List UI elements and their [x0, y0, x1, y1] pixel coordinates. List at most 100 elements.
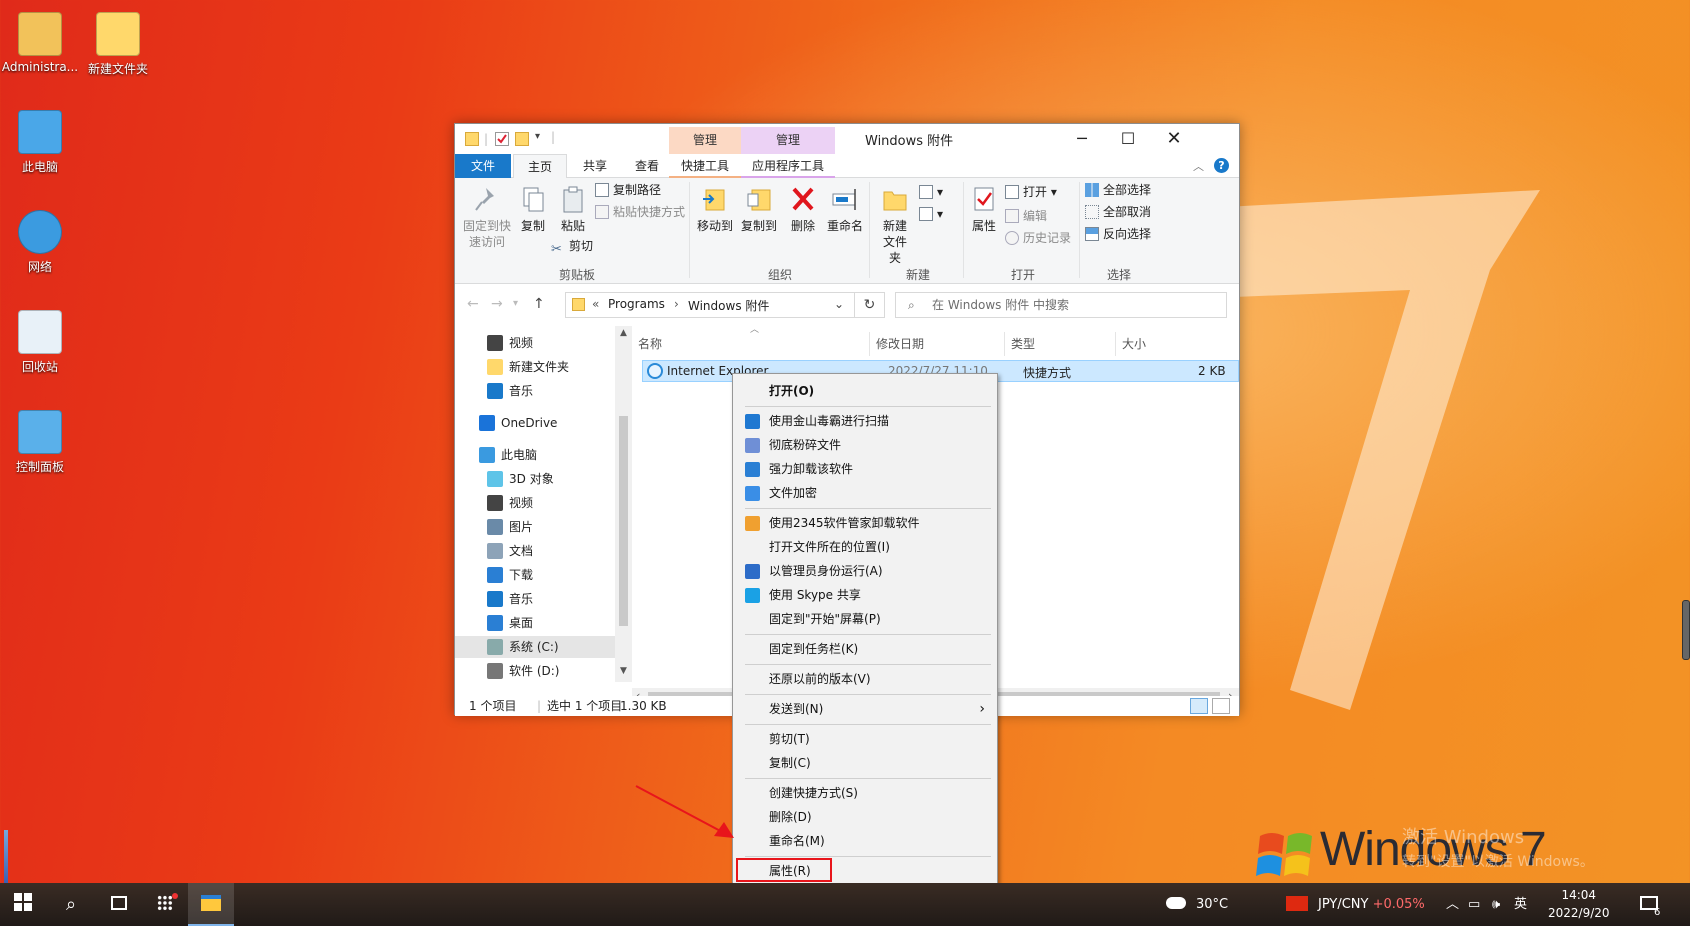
title-bar[interactable]: | ▾ | 管理 管理 Windows 附件 ─ ☐ ✕	[455, 124, 1239, 154]
address-dropdown-icon[interactable]: ⌄	[834, 297, 844, 311]
back-arrow-icon[interactable]: ←	[467, 296, 479, 312]
action-center-icon[interactable]: 6	[1640, 883, 1660, 926]
details-view-icon[interactable]	[1190, 698, 1208, 714]
properties-button[interactable]: 属性	[967, 184, 1001, 234]
move-to-button[interactable]: 移动到	[693, 184, 737, 234]
paste-button[interactable]: 粘贴	[553, 184, 593, 234]
currency-widget[interactable]: JPY/CNY +0.05%	[1286, 883, 1425, 926]
context-menu[interactable]: 打开(O) 使用金山毒霸进行扫描 彻底粉碎文件 强力卸载该软件 文件加密 使用2345软件…	[732, 373, 998, 893]
menu-item[interactable]: 还原以前的版本(V)	[735, 668, 995, 690]
copy-path-button[interactable]: 复制路径	[595, 182, 661, 198]
menu-item[interactable]: 复制(C)	[735, 752, 995, 774]
tab-share[interactable]: 共享	[569, 154, 621, 178]
copy-button[interactable]: 复制	[513, 184, 553, 234]
qa-dropdown-icon[interactable]: ▾	[535, 131, 540, 142]
pin-quick-access-button[interactable]: 固定到快速访问	[461, 184, 513, 250]
menu-item[interactable]: 剪切(T)	[735, 728, 995, 750]
nav-item[interactable]: 系统 (C:)	[455, 636, 615, 658]
menu-item[interactable]: 重命名(M)	[735, 830, 995, 852]
nav-item[interactable]: 此电脑	[455, 444, 615, 466]
rename-button[interactable]: 重命名	[823, 184, 867, 234]
copy-to-button[interactable]: 复制到	[737, 184, 781, 234]
desktop-icon[interactable]: 控制面板	[0, 410, 80, 475]
nav-item[interactable]: 视频	[455, 492, 615, 514]
scroll-down-icon[interactable]: ▼	[620, 666, 627, 676]
up-arrow-icon[interactable]: ↑	[533, 296, 545, 312]
column-size[interactable]: 大小	[1116, 332, 1228, 356]
desktop-icon[interactable]: 网络	[0, 210, 80, 275]
menu-item[interactable]: 打开文件所在的位置(I)	[735, 536, 995, 558]
search-button[interactable]: ⌕	[48, 883, 94, 926]
desktop-icon[interactable]: 回收站	[0, 310, 80, 375]
large-icons-view-icon[interactable]	[1212, 698, 1230, 714]
menu-item[interactable]: 使用金山毒霸进行扫描	[735, 410, 995, 432]
invert-selection-button[interactable]: 反向选择	[1085, 226, 1151, 242]
task-view-button[interactable]	[96, 883, 142, 926]
breadcrumb-programs[interactable]: Programs	[608, 297, 665, 311]
tab-view[interactable]: 查看	[621, 154, 673, 178]
scroll-up-icon[interactable]: ▲	[620, 328, 627, 338]
history-button[interactable]: 历史记录	[1005, 230, 1071, 246]
tab-shortcut-tools[interactable]: 快捷工具	[669, 154, 741, 178]
menu-item[interactable]: 强力卸载该软件	[735, 458, 995, 480]
nav-item[interactable]: 视频	[455, 332, 615, 354]
menu-item[interactable]: 使用 Skype 共享	[735, 584, 995, 606]
tab-home[interactable]: 主页	[513, 154, 567, 179]
forward-arrow-icon[interactable]: →	[491, 296, 503, 312]
select-all-button[interactable]: 全部选择	[1085, 182, 1151, 198]
refresh-button[interactable]: ↻	[855, 292, 885, 318]
volume-icon[interactable]: 🕪	[1492, 883, 1500, 926]
taskbar-explorer[interactable]	[188, 883, 234, 926]
tray-overflow-icon[interactable]: ︿	[1446, 883, 1459, 926]
column-date[interactable]: 修改日期	[870, 332, 1005, 356]
address-overflow[interactable]: «	[592, 297, 599, 311]
edit-button[interactable]: 编辑	[1005, 208, 1047, 224]
open-button[interactable]: 打开 ▾	[1005, 184, 1057, 200]
edge-handle[interactable]	[1682, 600, 1690, 660]
search-input[interactable]: ⌕ 在 Windows 附件 中搜索	[895, 292, 1227, 318]
tab-app-tools[interactable]: 应用程序工具	[741, 154, 835, 178]
start-button[interactable]	[0, 883, 46, 926]
properties-check-icon[interactable]	[495, 132, 509, 146]
paste-shortcut-button[interactable]: 粘贴快捷方式	[595, 204, 685, 220]
nav-item[interactable]: 音乐	[455, 380, 615, 402]
network-icon[interactable]: ▭	[1468, 883, 1480, 926]
nav-item[interactable]: OneDrive	[455, 412, 615, 434]
delete-button[interactable]: 删除	[783, 184, 823, 234]
menu-item[interactable]: 删除(D)	[735, 806, 995, 828]
menu-item[interactable]: 彻底粉碎文件	[735, 434, 995, 456]
desktop-icon[interactable]: 此电脑	[0, 110, 80, 175]
column-name[interactable]: 名称	[632, 332, 870, 356]
cut-button[interactable]: ✂ 剪切	[551, 238, 593, 257]
collapse-ribbon-icon[interactable]: ︿	[1193, 158, 1204, 174]
new-folder-qa-icon[interactable]	[515, 132, 529, 146]
menu-item[interactable]: 文件加密	[735, 482, 995, 504]
nav-item[interactable]: 3D 对象	[455, 468, 615, 490]
desktop-icon[interactable]: Administra...	[0, 12, 80, 74]
nav-item[interactable]: 软件 (D:)	[455, 660, 615, 682]
clock[interactable]: 14:04 2022/9/20	[1548, 883, 1610, 926]
desktop-icon[interactable]: 新建文件夹	[78, 12, 158, 77]
menu-item[interactable]: 以管理员身份运行(A)	[735, 560, 995, 582]
menu-item[interactable]: 固定到任务栏(K)	[735, 638, 995, 660]
new-folder-button[interactable]: 新建文件夹	[873, 184, 917, 266]
nav-item[interactable]: 音乐	[455, 588, 615, 610]
nav-item[interactable]: 桌面	[455, 612, 615, 634]
maximize-button[interactable]: ☐	[1105, 124, 1151, 154]
nav-scrollbar[interactable]: ▲ ▼	[615, 326, 632, 682]
menu-item[interactable]: 发送到(N) ›	[735, 698, 995, 720]
weather-widget[interactable]: 30°C	[1166, 883, 1228, 926]
nav-item[interactable]: 下载	[455, 564, 615, 586]
tab-file[interactable]: 文件	[455, 154, 511, 178]
menu-item[interactable]: 打开(O)	[735, 380, 995, 402]
ime-indicator[interactable]: 英	[1514, 883, 1527, 926]
navigation-pane[interactable]: 视频 新建文件夹 音乐 OneDrive 此电脑 3D 对象 视频 图片 文档 下载 音乐 桌面 系统 …	[455, 326, 615, 682]
column-type[interactable]: 类型	[1005, 332, 1116, 356]
apps-button[interactable]	[142, 883, 188, 926]
close-button[interactable]: ✕	[1151, 124, 1197, 154]
easy-access-button[interactable]: ▾	[919, 206, 943, 222]
select-none-button[interactable]: 全部取消	[1085, 204, 1151, 220]
recent-dropdown-icon[interactable]: ▾	[513, 298, 518, 309]
nav-item[interactable]: 新建文件夹	[455, 356, 615, 378]
menu-item[interactable]: 固定到"开始"屏幕(P)	[735, 608, 995, 630]
